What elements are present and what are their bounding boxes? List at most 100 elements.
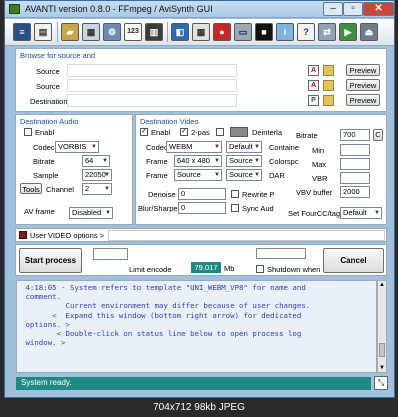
- window-title: AVANTI version 0.8.0 - FFmpeg / AviSynth…: [25, 4, 213, 14]
- log-line: window. >: [21, 338, 66, 348]
- title-bar: AVANTI version 0.8.0 - FFmpeg / AviSynth…: [5, 1, 394, 18]
- audio-panel: Destination Audio Enabl Codec VORBIS ▼ Bi…: [15, 114, 133, 225]
- scroll-up-icon[interactable]: ▲: [379, 282, 385, 288]
- deinterlace-checkbox[interactable]: [216, 128, 224, 136]
- blur-sharpen-label: Blur/Sharpen: [138, 204, 182, 213]
- app-window: AVANTI version 0.8.0 - FFmpeg / AviSynth…: [4, 0, 395, 398]
- audio-sample-select[interactable]: 22050 ▼: [82, 169, 112, 181]
- maximize-button[interactable]: ▫: [343, 2, 363, 16]
- audio-bitrate-select[interactable]: 64 ▼: [82, 155, 110, 167]
- log-line: Current environment may differ because o…: [21, 301, 311, 311]
- twopass-checkbox[interactable]: ✓: [180, 128, 188, 136]
- blur-sharpen-input[interactable]: 0: [178, 202, 226, 214]
- shutdown-input[interactable]: [256, 248, 306, 259]
- limit-encode-input[interactable]: [93, 248, 128, 260]
- calendar-icon[interactable]: 123: [124, 23, 142, 41]
- max-input[interactable]: [340, 158, 370, 170]
- audio-codec-select[interactable]: VORBIS ▼: [55, 141, 99, 153]
- user-video-options-input[interactable]: [108, 230, 385, 241]
- scroll-down-icon[interactable]: ▼: [379, 365, 385, 371]
- vbr-label: VBR: [312, 174, 328, 183]
- record-icon[interactable]: ●: [213, 23, 231, 41]
- container-label: Containe: [269, 143, 300, 152]
- avisynth-icon[interactable]: A: [308, 65, 319, 76]
- monitor-icon[interactable]: ▭: [234, 23, 252, 41]
- twopass-label: 2-pas: [191, 128, 210, 137]
- video-title: Destination Video: [140, 117, 199, 126]
- film-icon[interactable]: ▦: [82, 23, 100, 41]
- audio-title: Destination Audio: [20, 117, 79, 126]
- preview-button[interactable]: Preview: [346, 79, 380, 91]
- vbr-input[interactable]: [340, 172, 370, 184]
- grid-icon[interactable]: ▦: [192, 23, 210, 41]
- folder-icon[interactable]: [323, 80, 334, 91]
- queue-icon[interactable]: ≡: [13, 23, 31, 41]
- rewrite-label: Rewrite P: [242, 190, 275, 199]
- sync-audio-checkbox[interactable]: [231, 204, 239, 212]
- video-codec-select[interactable]: WEBM ▼: [166, 141, 222, 153]
- path-icon[interactable]: P: [308, 95, 319, 106]
- play-icon[interactable]: ▶: [339, 23, 357, 41]
- limit-encode-label: Limit encode: [129, 265, 172, 274]
- deinterlace-color-swatch[interactable]: [230, 127, 248, 137]
- log-scrollbar[interactable]: ▲ ▼: [377, 280, 387, 373]
- scroll-thumb[interactable]: [379, 343, 385, 357]
- exit-icon[interactable]: ⏏: [360, 23, 378, 41]
- video-bitrate-input[interactable]: 700: [340, 129, 370, 141]
- cancel-button[interactable]: Cancel: [323, 248, 384, 273]
- audio-bitrate-label: Bitrate: [33, 157, 55, 166]
- stop-icon[interactable]: ■: [255, 23, 273, 41]
- document-icon[interactable]: ▤: [34, 23, 52, 41]
- source1-input[interactable]: [67, 64, 237, 77]
- shutdown-checkbox[interactable]: [256, 265, 264, 273]
- frame-size-select[interactable]: 640 x 480 ▼: [174, 155, 222, 167]
- tools-button[interactable]: Tools: [20, 183, 42, 194]
- info-icon[interactable]: i: [276, 23, 294, 41]
- sync-audio-label: Sync Aud: [242, 204, 274, 213]
- rewrite-checkbox[interactable]: [231, 190, 239, 198]
- destination-input[interactable]: [67, 94, 237, 107]
- audio-enable-checkbox[interactable]: [24, 128, 32, 136]
- min-input[interactable]: [340, 144, 370, 156]
- network-icon[interactable]: ⇄: [318, 23, 336, 41]
- preview-button[interactable]: Preview: [346, 64, 380, 76]
- vbv-buffer-input[interactable]: 2000: [340, 186, 370, 198]
- bitrate-mode-button[interactable]: C: [373, 129, 383, 141]
- action-row: Start process Limit encode 79.017 Mb Shu…: [15, 244, 387, 276]
- toolbar-separator: [167, 22, 168, 42]
- log-panel[interactable]: 4:18:05 - System refers to template "UNI…: [16, 280, 377, 373]
- folder-icon[interactable]: [323, 65, 334, 76]
- frame-rate-preset-select[interactable]: Source ▼: [226, 169, 262, 181]
- denoise-input[interactable]: 0: [178, 188, 226, 200]
- close-button[interactable]: ✕: [363, 2, 394, 16]
- settings-icon[interactable]: ⚙: [103, 23, 121, 41]
- help-icon[interactable]: ?: [297, 23, 315, 41]
- frame-preset-select[interactable]: Source ▼: [226, 155, 262, 167]
- toolbar: ≡ ▤ ▰ ▦ ⚙ 123 ▥ ◧ ▦ ● ▭ ■ i ? ⇄ ▶ ⏏: [5, 19, 394, 46]
- log-line: < Double-click on status line below to o…: [21, 329, 302, 339]
- frame-rate-select[interactable]: Source ▼: [174, 169, 222, 181]
- audio-channel-select[interactable]: 2 ▼: [82, 183, 112, 195]
- preview-button[interactable]: Preview: [346, 94, 380, 106]
- user-video-options-label[interactable]: User VIDEO options >: [30, 231, 104, 240]
- user-options-row: User VIDEO options >: [15, 228, 387, 242]
- source2-input[interactable]: [67, 79, 237, 92]
- browse-panel: Browse for source and Source Source Dest…: [15, 48, 387, 112]
- keyboard-icon[interactable]: ▥: [145, 23, 163, 41]
- folder-icon[interactable]: [323, 95, 334, 106]
- expand-window-icon[interactable]: ⤡: [374, 376, 388, 390]
- folder-icon[interactable]: ▰: [61, 23, 79, 41]
- video-codec-label: Codec: [146, 143, 168, 152]
- colorspace-label: Colorspc: [269, 157, 299, 166]
- start-process-button[interactable]: Start process: [19, 248, 82, 273]
- video-enable-checkbox[interactable]: ✓: [140, 128, 148, 136]
- image-caption: 704x712 98kb JPEG: [153, 402, 245, 413]
- fourcc-select[interactable]: Default ▼: [340, 207, 382, 219]
- expand-icon[interactable]: [19, 231, 27, 239]
- filter-icon[interactable]: ◧: [171, 23, 189, 41]
- minimize-button[interactable]: –: [323, 2, 343, 16]
- video-codec-preset-select[interactable]: Default ▼: [226, 141, 262, 153]
- status-bar[interactable]: System ready.: [16, 377, 371, 390]
- avisynth-icon[interactable]: A: [308, 80, 319, 91]
- avframe-select[interactable]: Disabled ▼: [69, 207, 113, 219]
